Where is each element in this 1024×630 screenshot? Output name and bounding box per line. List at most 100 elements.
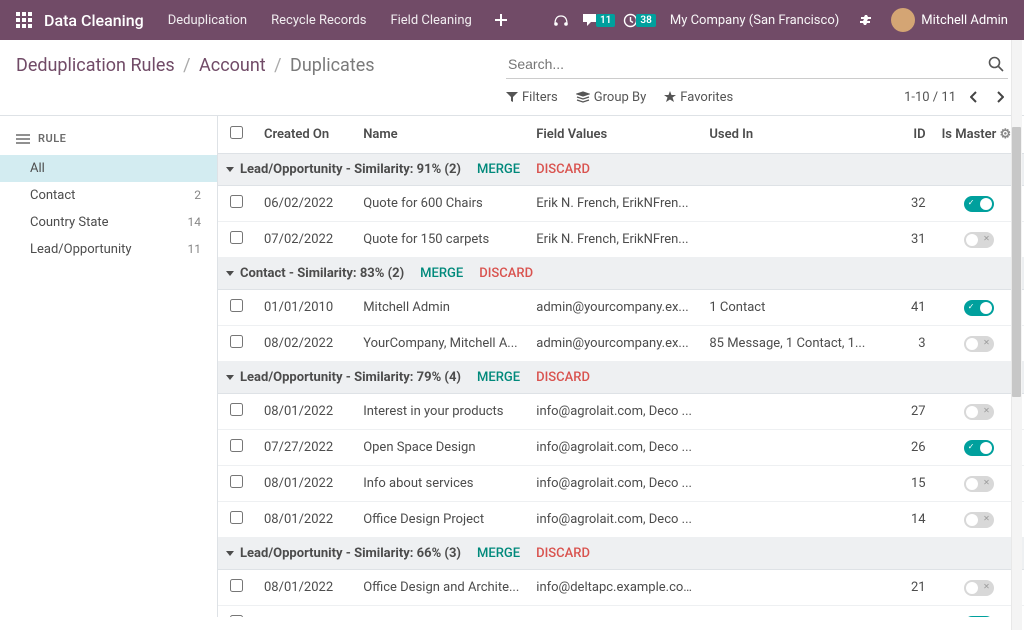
nav-messages-icon[interactable]: 11 [578,0,619,40]
cell-created-on: 08/01/2022 [256,502,355,538]
row-checkbox[interactable] [218,394,256,430]
cell-id: 41 [881,290,934,326]
nav-support-icon[interactable] [544,0,578,40]
merge-button[interactable]: MERGE [477,546,520,561]
row-checkbox[interactable] [218,502,256,538]
groupby-button[interactable]: Group By [576,90,647,105]
cell-used-in [701,394,880,430]
group-header[interactable]: Contact - Similarity: 83% (2)MERGEDISCAR… [218,258,1024,290]
cell-name: Info about services [355,466,528,502]
col-used-in[interactable]: Used In [701,116,880,154]
row-checkbox[interactable] [218,326,256,362]
cell-field-values: info@agrolait.com, Deco ... [528,430,701,466]
merge-button[interactable]: MERGE [477,162,520,177]
messages-badge: 11 [596,14,615,27]
nav-activities-icon[interactable]: 38 [619,0,659,40]
table-row[interactable]: 08/01/2022Info about servicesinfo@agrola… [218,466,1024,502]
sidebar-item-contact[interactable]: Contact2 [0,182,217,209]
group-header[interactable]: Lead/Opportunity - Similarity: 79% (4)ME… [218,362,1024,394]
nav-debug-icon[interactable] [849,0,883,40]
is-master-toggle[interactable]: ✕ [964,232,994,248]
is-master-toggle[interactable]: ✕ [964,476,994,492]
search-icon[interactable] [984,52,1008,76]
pager-prev-icon[interactable] [966,89,982,105]
star-icon [664,91,676,103]
table-row[interactable]: 08/02/2022YourCompany, Mitchell A...admi… [218,326,1024,362]
col-id[interactable]: ID [881,116,934,154]
nav-recycle-records[interactable]: Recycle Records [259,0,378,40]
scrollbar-thumb[interactable] [1012,127,1021,397]
row-checkbox[interactable] [218,290,256,326]
caret-down-icon [226,375,234,380]
col-field-values[interactable]: Field Values [528,116,701,154]
is-master-toggle[interactable]: ✓ [964,616,994,618]
sidebar-item-label: All [30,161,45,176]
cell-name: Office Design and Archite... [355,570,528,606]
optional-fields-icon[interactable]: ⚙ [1000,127,1012,142]
discard-button[interactable]: DISCARD [479,266,533,281]
discard-button[interactable]: DISCARD [536,546,590,561]
table-row[interactable]: 07/02/2022Quote for 150 carpetsErik N. F… [218,222,1024,258]
favorites-button[interactable]: Favorites [664,90,733,105]
table-row[interactable]: 07/26/2022DeltaPC: 10 Computer De...Lela… [218,606,1024,618]
layers-icon [576,91,590,103]
is-master-toggle[interactable]: ✕ [964,404,994,420]
caret-down-icon [226,167,234,172]
table-row[interactable]: 08/01/2022Office Design Projectinfo@agro… [218,502,1024,538]
sidebar-item-country-state[interactable]: Country State14 [0,209,217,236]
table-row[interactable]: 08/01/2022Office Design and Archite...in… [218,570,1024,606]
apps-menu-icon[interactable] [8,4,40,36]
col-created-on[interactable]: Created On [256,116,355,154]
col-name[interactable]: Name [355,116,528,154]
nav-deduplication[interactable]: Deduplication [156,0,259,40]
row-checkbox[interactable] [218,570,256,606]
merge-button[interactable]: MERGE [477,370,520,385]
sidebar-item-lead-opportunity[interactable]: Lead/Opportunity11 [0,236,217,263]
is-master-toggle[interactable]: ✓ [964,300,994,316]
pager: 1-10 / 11 [904,89,1008,105]
search-input[interactable] [506,52,984,76]
is-master-toggle[interactable]: ✕ [964,512,994,528]
row-checkbox[interactable] [218,466,256,502]
filters-button[interactable]: Filters [506,90,558,105]
group-header[interactable]: Lead/Opportunity - Similarity: 66% (3)ME… [218,538,1024,570]
discard-button[interactable]: DISCARD [536,370,590,385]
company-switcher[interactable]: My Company (San Francisco) [660,0,849,40]
is-master-toggle[interactable]: ✓ [964,440,994,456]
cell-id: 14 [881,502,934,538]
cell-id: 3 [881,326,934,362]
sidebar-item-label: Lead/Opportunity [30,242,132,257]
sidebar-item-all[interactable]: All [0,155,217,182]
user-menu[interactable]: Mitchell Admin [883,8,1016,32]
cell-field-values: Erik N. French, ErikNFren... [528,186,701,222]
cell-name: Office Design Project [355,502,528,538]
merge-button[interactable]: MERGE [420,266,463,281]
row-checkbox[interactable] [218,430,256,466]
breadcrumb-current: Duplicates [290,55,375,76]
nav-add-icon[interactable] [484,0,518,40]
row-checkbox[interactable] [218,186,256,222]
breadcrumb-mid[interactable]: Account [199,55,266,76]
app-brand[interactable]: Data Cleaning [44,11,144,30]
is-master-toggle[interactable]: ✓ [964,196,994,212]
group-header[interactable]: Lead/Opportunity - Similarity: 91% (2)ME… [218,154,1024,186]
pager-next-icon[interactable] [992,89,1008,105]
header-checkbox[interactable] [218,116,256,154]
table-row[interactable]: 08/01/2022Interest in your productsinfo@… [218,394,1024,430]
sidebar-item-label: Country State [30,215,109,230]
pager-text[interactable]: 1-10 / 11 [904,90,956,105]
scrollbar-track[interactable] [1011,40,1022,630]
cell-id: 18 [881,606,934,618]
table-row[interactable]: 01/01/2010Mitchell Adminadmin@yourcompan… [218,290,1024,326]
is-master-toggle[interactable]: ✕ [964,580,994,596]
discard-button[interactable]: DISCARD [536,162,590,177]
table-row[interactable]: 06/02/2022Quote for 600 ChairsErik N. Fr… [218,186,1024,222]
sidebar: RULE AllContact2Country State14Lead/Oppo… [0,116,218,617]
row-checkbox[interactable] [218,606,256,618]
breadcrumb-root[interactable]: Deduplication Rules [16,55,175,76]
table-row[interactable]: 07/27/2022Open Space Designinfo@agrolait… [218,430,1024,466]
row-checkbox[interactable] [218,222,256,258]
is-master-toggle[interactable]: ✕ [964,336,994,352]
cell-name: Interest in your products [355,394,528,430]
nav-field-cleaning[interactable]: Field Cleaning [378,0,483,40]
